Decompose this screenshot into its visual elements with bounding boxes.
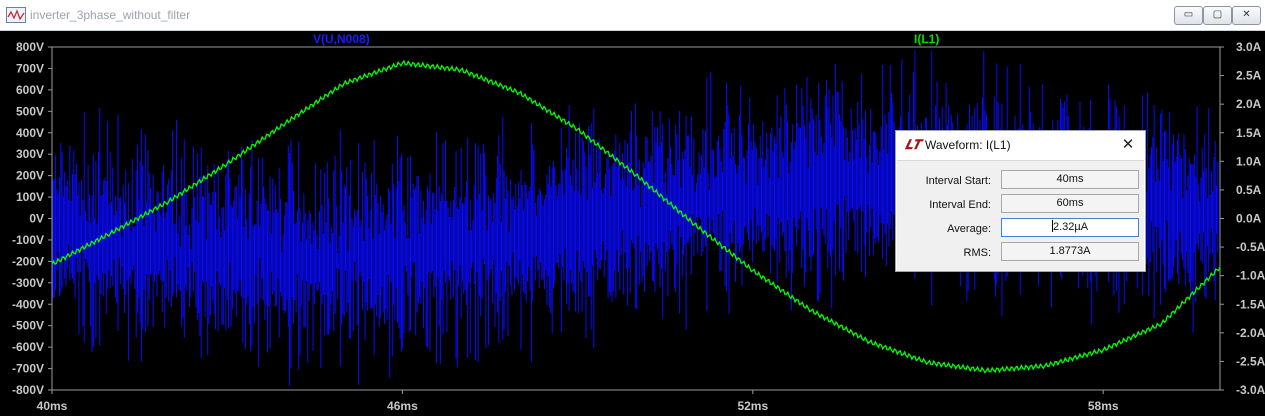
x-tick-label: 52ms xyxy=(737,399,768,413)
right-tick-label: -1.5A xyxy=(1236,297,1265,311)
interval-end-field[interactable]: 60ms xyxy=(1001,194,1139,213)
right-tick-label: -1.0A xyxy=(1236,269,1265,283)
left-tick-label: -800V xyxy=(12,383,44,397)
dialog-title: Waveform: I(L1) xyxy=(925,138,1011,152)
dialog-close-button[interactable]: ✕ xyxy=(1118,135,1138,155)
rms-label: RMS: xyxy=(963,247,992,259)
right-tick-label: -0.5A xyxy=(1236,240,1265,254)
minimize-button[interactable]: ▭ xyxy=(1174,6,1203,25)
dialog-title-bar[interactable]: 𝑳𝑻 Waveform: I(L1) ✕ xyxy=(896,131,1145,159)
x-tick-label: 46ms xyxy=(387,399,418,413)
right-tick-label: -2.0A xyxy=(1236,326,1265,340)
interval-end-label: Interval End: xyxy=(929,199,991,211)
average-field[interactable]: 2.32µA xyxy=(1001,218,1139,237)
interval-start-field[interactable]: 40ms xyxy=(1001,170,1139,189)
left-tick-label: 500V xyxy=(16,104,44,118)
left-tick-label: -100V xyxy=(12,233,44,247)
title-bar: inverter_3phase_without_filter ▭ ▢ ✕ xyxy=(0,0,1265,31)
right-tick-label: 0.5A xyxy=(1236,183,1262,197)
left-tick-label: 600V xyxy=(16,83,44,97)
right-axis: 3.0A 2.5A 2.0A 1.5A 1.0A 0.5A 0.0A -0.5A -1.0A -1… xyxy=(1220,40,1265,397)
legend-voltage[interactable]: V(U,N008) xyxy=(313,32,370,46)
left-tick-label: -300V xyxy=(12,276,44,290)
right-tick-label: -3.0A xyxy=(1236,383,1265,397)
maximize-button[interactable]: ▢ xyxy=(1203,6,1232,25)
left-axis: 800V 700V 600V 500V 400V 300V 200V 100V 0V -100V -… xyxy=(12,40,52,397)
right-tick-label: 2.0A xyxy=(1236,97,1262,111)
average-label: Average: xyxy=(947,223,991,235)
ltspice-logo-icon: 𝑳𝑻 xyxy=(905,137,921,152)
right-tick-label: 1.5A xyxy=(1236,126,1262,140)
x-axis: 40ms 46ms 52ms 58ms xyxy=(37,390,1119,413)
left-tick-label: -200V xyxy=(12,254,44,268)
right-tick-label: -2.5A xyxy=(1236,354,1265,368)
legend-current[interactable]: I(L1) xyxy=(914,32,939,46)
left-tick-label: -400V xyxy=(12,297,44,311)
right-tick-label: 1.0A xyxy=(1236,154,1262,168)
x-tick-label: 40ms xyxy=(37,399,68,413)
left-tick-label: 300V xyxy=(16,147,44,161)
interval-start-label: Interval Start: xyxy=(925,175,991,187)
right-tick-label: 2.5A xyxy=(1236,69,1262,83)
rms-field[interactable]: 1.8773A xyxy=(1001,242,1139,261)
left-tick-label: 100V xyxy=(16,190,44,204)
close-window-button[interactable]: ✕ xyxy=(1232,6,1261,25)
left-tick-label: 700V xyxy=(16,61,44,75)
dialog-body: Interval Start: 40ms Interval End: 60ms … xyxy=(897,160,1144,271)
average-value: 2.32µA xyxy=(1052,221,1089,233)
left-tick-label: 800V xyxy=(16,40,44,54)
window-title: inverter_3phase_without_filter xyxy=(30,8,191,22)
waveform-dialog: 𝑳𝑻 Waveform: I(L1) ✕ Interval Start: 40m… xyxy=(895,130,1146,272)
left-tick-label: -500V xyxy=(12,319,44,333)
x-tick-label: 58ms xyxy=(1088,399,1119,413)
left-tick-label: -700V xyxy=(12,362,44,376)
left-tick-label: 200V xyxy=(16,169,44,183)
right-tick-label: 0.0A xyxy=(1236,212,1262,226)
left-tick-label: 0V xyxy=(29,212,44,226)
right-tick-label: 3.0A xyxy=(1236,40,1262,54)
left-tick-label: -600V xyxy=(12,340,44,354)
waveform-app-icon xyxy=(6,7,26,23)
left-tick-label: 400V xyxy=(16,126,44,140)
